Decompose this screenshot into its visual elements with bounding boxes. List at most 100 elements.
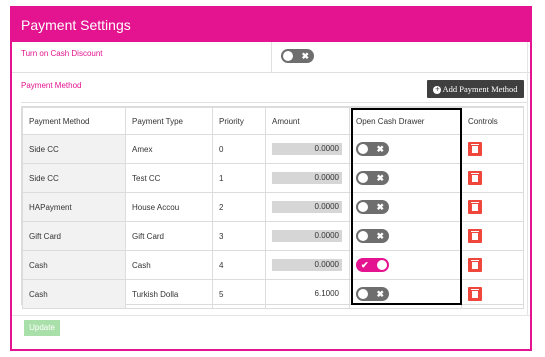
open-cash-drawer-toggle[interactable]: ✔ bbox=[356, 258, 389, 272]
trash-icon bbox=[472, 175, 478, 182]
controls-cell bbox=[461, 221, 524, 251]
trash-icon bbox=[472, 146, 478, 153]
payment-type-cell: Amex bbox=[125, 134, 213, 164]
amount-cell: 0.0000 bbox=[265, 221, 350, 251]
priority-cell: 2 bbox=[212, 192, 266, 222]
column-header: Open Cash Drawer bbox=[349, 107, 462, 135]
x-mark-icon: ✖ bbox=[376, 173, 384, 183]
payment-method-cell: Side CC bbox=[22, 163, 126, 193]
table-row: Side CC Test CC 1 0.0000 ✖ bbox=[22, 163, 524, 193]
add-payment-method-label: Add Payment Method bbox=[442, 84, 518, 94]
payment-method-cell: Cash bbox=[22, 279, 126, 309]
trash-icon-lid bbox=[471, 231, 479, 232]
delete-button[interactable] bbox=[468, 258, 482, 272]
divider bbox=[271, 42, 272, 72]
payment-type-cell: House Accou bbox=[125, 192, 213, 222]
x-mark-icon: ✖ bbox=[301, 51, 309, 61]
controls-cell bbox=[461, 134, 524, 164]
delete-button[interactable] bbox=[468, 200, 482, 214]
add-payment-method-button[interactable]: + Add Payment Method bbox=[427, 80, 524, 98]
open-cash-drawer-cell: ✖ bbox=[349, 221, 462, 251]
trash-icon-lid bbox=[471, 260, 479, 261]
amount-cell: 0.0000 bbox=[265, 192, 350, 222]
open-cash-drawer-toggle[interactable]: ✖ bbox=[356, 229, 389, 243]
divider bbox=[527, 42, 528, 315]
priority-cell: 3 bbox=[212, 221, 266, 251]
amount-cell: 0.0000 bbox=[265, 163, 350, 193]
amount-cell: 6.1000 bbox=[265, 279, 350, 309]
controls-cell bbox=[461, 279, 524, 309]
divider bbox=[12, 315, 530, 316]
payment-type-cell: Test CC bbox=[125, 163, 213, 193]
delete-button[interactable] bbox=[468, 287, 482, 301]
x-mark-icon: ✖ bbox=[376, 144, 384, 154]
toggle-knob bbox=[358, 231, 368, 241]
open-cash-drawer-cell: ✔ bbox=[349, 250, 462, 280]
column-header: Payment Type bbox=[125, 107, 213, 135]
amount-input[interactable]: 0.0000 bbox=[272, 172, 342, 184]
trash-icon-lid bbox=[471, 173, 479, 174]
trash-icon bbox=[472, 291, 478, 298]
open-cash-drawer-toggle[interactable]: ✖ bbox=[356, 287, 389, 301]
plus-circle-icon: + bbox=[433, 85, 442, 94]
cash-discount-label: Turn on Cash Discount bbox=[21, 49, 103, 58]
amount-cell: 0.0000 bbox=[265, 134, 350, 164]
toggle-knob bbox=[358, 202, 368, 212]
trash-icon-lid bbox=[471, 202, 479, 203]
divider bbox=[21, 102, 527, 103]
controls-cell bbox=[461, 192, 524, 222]
x-mark-icon: ✖ bbox=[376, 289, 384, 299]
table-row: HAPayment House Accou 2 0.0000 ✖ bbox=[22, 192, 524, 222]
payment-method-cell: Gift Card bbox=[22, 221, 126, 251]
payment-methods-table: Payment Method Payment Type Priority Amo… bbox=[22, 107, 524, 309]
open-cash-drawer-toggle[interactable]: ✖ bbox=[356, 142, 389, 156]
amount-value: 6.1000 bbox=[314, 289, 339, 298]
amount-input[interactable]: 0.0000 bbox=[272, 230, 342, 242]
payment-type-cell: Gift Card bbox=[125, 221, 213, 251]
priority-cell: 4 bbox=[212, 250, 266, 280]
payment-method-cell: Cash bbox=[22, 250, 126, 280]
cash-discount-toggle[interactable]: ✖ bbox=[281, 49, 314, 63]
trash-icon-lid bbox=[471, 289, 479, 290]
open-cash-drawer-cell: ✖ bbox=[349, 192, 462, 222]
payment-method-cell: Side CC bbox=[22, 134, 126, 164]
check-mark-icon: ✔ bbox=[361, 260, 369, 270]
controls-cell bbox=[461, 250, 524, 280]
update-button[interactable]: Update bbox=[24, 320, 60, 336]
controls-cell bbox=[461, 163, 524, 193]
open-cash-drawer-cell: ✖ bbox=[349, 134, 462, 164]
trash-icon bbox=[472, 204, 478, 211]
priority-cell: 1 bbox=[212, 163, 266, 193]
table-row: Cash Cash 4 0.0000 ✔ bbox=[22, 250, 524, 280]
column-header: Priority bbox=[212, 107, 266, 135]
toggle-knob bbox=[358, 289, 368, 299]
page-title: Payment Settings bbox=[12, 8, 530, 42]
delete-button[interactable] bbox=[468, 171, 482, 185]
x-mark-icon: ✖ bbox=[376, 202, 384, 212]
amount-input[interactable]: 0.0000 bbox=[272, 143, 342, 155]
open-cash-drawer-cell: ✖ bbox=[349, 279, 462, 309]
payment-type-cell: Turkish Dolla bbox=[125, 279, 213, 309]
delete-button[interactable] bbox=[468, 142, 482, 156]
trash-icon bbox=[472, 233, 478, 240]
payment-method-label: Payment Method bbox=[21, 81, 82, 90]
amount-input[interactable]: 0.0000 bbox=[272, 259, 342, 271]
payment-methods-table-wrap: Payment Method Payment Type Priority Amo… bbox=[21, 106, 524, 309]
toggle-knob bbox=[377, 260, 387, 270]
table-row: Cash Turkish Dolla 5 6.1000 ✖ bbox=[22, 279, 524, 309]
cash-discount-row: Turn on Cash Discount ✖ bbox=[12, 42, 530, 73]
amount-input[interactable]: 0.0000 bbox=[272, 201, 342, 213]
column-header: Controls bbox=[461, 107, 524, 135]
trash-icon-lid bbox=[471, 144, 479, 145]
payment-method-cell: HAPayment bbox=[22, 192, 126, 222]
x-mark-icon: ✖ bbox=[376, 231, 384, 241]
priority-cell: 0 bbox=[212, 134, 266, 164]
delete-button[interactable] bbox=[468, 229, 482, 243]
toggle-knob bbox=[283, 51, 293, 61]
trash-icon bbox=[472, 262, 478, 269]
table-header-row: Payment Method Payment Type Priority Amo… bbox=[22, 107, 524, 135]
open-cash-drawer-toggle[interactable]: ✖ bbox=[356, 200, 389, 214]
payment-settings-panel: Payment Settings Turn on Cash Discount ✖… bbox=[10, 6, 532, 351]
cash-discount-toggle-wrap: ✖ bbox=[281, 49, 314, 63]
open-cash-drawer-toggle[interactable]: ✖ bbox=[356, 171, 389, 185]
